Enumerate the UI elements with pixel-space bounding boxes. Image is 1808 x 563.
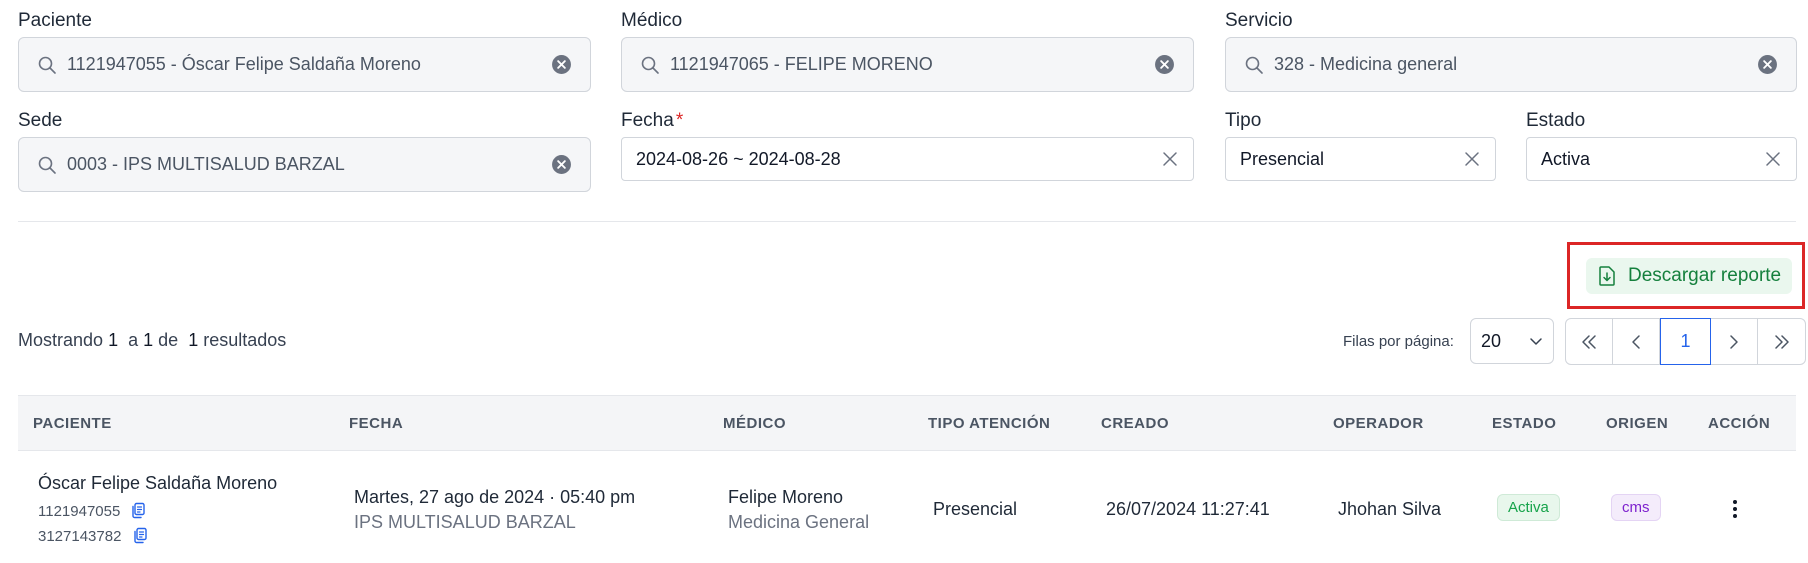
patient-phone: 3127143782: [38, 528, 122, 545]
more-vertical-icon[interactable]: [1725, 497, 1745, 521]
chevron-right-icon: [1730, 334, 1738, 349]
clear-icon[interactable]: [551, 54, 572, 75]
patient-id: 1121947055: [38, 503, 121, 520]
paciente-label: Paciente: [18, 10, 92, 31]
divider: [18, 221, 1796, 222]
search-icon: [38, 156, 56, 174]
header-paciente[interactable]: PACIENTE: [33, 415, 112, 432]
pagination: 1: [1565, 318, 1806, 365]
close-icon[interactable]: [1463, 150, 1481, 168]
estado-label: Estado: [1526, 110, 1586, 131]
results-from: 1: [108, 330, 119, 350]
fecha-value: 2024-08-26 ~ 2024-08-28: [636, 148, 841, 169]
sede-label: Sede: [18, 110, 63, 131]
header-fecha[interactable]: FECHA: [349, 415, 403, 432]
servicio-label: Servicio: [1225, 10, 1293, 31]
close-icon[interactable]: [1764, 150, 1782, 168]
tipo-label: Tipo: [1225, 110, 1262, 131]
page-number-button[interactable]: 1: [1660, 318, 1711, 365]
chevrons-right-icon: [1774, 334, 1789, 349]
clear-icon[interactable]: [551, 154, 572, 175]
tipo-value: Presencial: [1240, 148, 1325, 169]
required-mark: *: [675, 110, 684, 131]
status-badge: Activa: [1497, 494, 1560, 521]
doctor-specialty: Medicina General: [728, 512, 870, 532]
results-prefix: Mostrando: [18, 330, 104, 350]
next-page-button[interactable]: [1711, 319, 1758, 364]
table-header: PACIENTE FECHA MÉDICO TIPO ATENCIÓN CREA…: [18, 395, 1796, 451]
close-icon[interactable]: [1161, 150, 1179, 168]
clear-icon[interactable]: [1757, 54, 1778, 75]
patient-id-line: 1121947055: [38, 502, 146, 520]
header-operador[interactable]: OPERADOR: [1333, 415, 1424, 432]
prev-page-button[interactable]: [1613, 319, 1660, 364]
results-total: 1: [188, 330, 199, 350]
fecha-label-text: Fecha: [621, 110, 674, 131]
estado-value: Activa: [1541, 148, 1591, 169]
chevron-left-icon: [1632, 334, 1640, 349]
paciente-value: 1121947055 - Óscar Felipe Saldaña Moreno: [67, 54, 421, 74]
chevron-down-icon: [1530, 338, 1542, 345]
fecha-label: Fecha *: [621, 110, 683, 132]
operator-name: Jhohan Silva: [1338, 499, 1442, 519]
medico-label: Médico: [621, 10, 683, 31]
results-to-word: a: [128, 330, 139, 350]
header-origen[interactable]: ORIGEN: [1606, 415, 1668, 432]
download-report-button[interactable]: Descargar reporte: [1586, 258, 1792, 294]
copy-icon[interactable]: [130, 502, 146, 519]
patient-name[interactable]: Óscar Felipe Saldaña Moreno: [38, 473, 277, 494]
fecha-range-input[interactable]: 2024-08-26 ~ 2024-08-28: [621, 137, 1194, 181]
tipo-select[interactable]: Presencial: [1225, 137, 1496, 181]
created-datetime: 26/07/2024 11:27:41: [1106, 499, 1270, 519]
first-page-button[interactable]: [1566, 319, 1613, 364]
header-accion: ACCIÓN: [1708, 415, 1771, 432]
header-tipo-atencion[interactable]: TIPO ATENCIÓN: [928, 415, 1050, 432]
rows-per-page-select[interactable]: 20: [1470, 318, 1554, 364]
copy-icon[interactable]: [132, 527, 148, 544]
medico-value: 1121947065 - FELIPE MORENO: [670, 54, 933, 74]
paciente-search-input[interactable]: 1121947055 - Óscar Felipe Saldaña Moreno: [18, 37, 591, 92]
last-page-button[interactable]: [1758, 319, 1805, 364]
file-download-icon: [1599, 266, 1615, 286]
servicio-search-input[interactable]: 328 - Medicina general: [1225, 37, 1797, 92]
servicio-value: 328 - Medicina general: [1274, 54, 1458, 74]
medico-search-input[interactable]: 1121947065 - FELIPE MORENO: [621, 37, 1194, 92]
results-of-word: de: [158, 330, 179, 350]
appointment-date: Martes, 27 ago de 2024 · 05:40 pm: [354, 487, 636, 507]
results-suffix: resultados: [203, 330, 287, 350]
header-estado[interactable]: ESTADO: [1492, 415, 1556, 432]
sede-search-input[interactable]: 0003 - IPS MULTISALUD BARZAL: [18, 137, 591, 192]
estado-select[interactable]: Activa: [1526, 137, 1797, 181]
results-to: 1: [143, 330, 154, 350]
search-icon: [1245, 56, 1263, 74]
attention-type: Presencial: [933, 499, 1018, 519]
chevrons-left-icon: [1582, 334, 1596, 349]
sede-value: 0003 - IPS MULTISALUD BARZAL: [67, 154, 345, 174]
rows-per-page-label: Filas por página:: [1343, 333, 1454, 350]
doctor-name: Felipe Moreno: [728, 487, 844, 507]
clear-icon[interactable]: [1154, 54, 1175, 75]
origin-badge: cms: [1611, 494, 1661, 521]
search-icon: [641, 56, 659, 74]
header-medico[interactable]: MÉDICO: [723, 415, 786, 432]
search-icon: [38, 56, 56, 74]
header-creado[interactable]: CREADO: [1101, 415, 1169, 432]
patient-phone-line: 3127143782: [38, 527, 148, 545]
appointment-site: IPS MULTISALUD BARZAL: [354, 512, 576, 532]
rows-per-page-value: 20: [1481, 330, 1502, 351]
results-summary: Mostrando 1 a 1 de 1 resultados: [18, 330, 286, 351]
download-report-label: Descargar reporte: [1628, 265, 1782, 286]
